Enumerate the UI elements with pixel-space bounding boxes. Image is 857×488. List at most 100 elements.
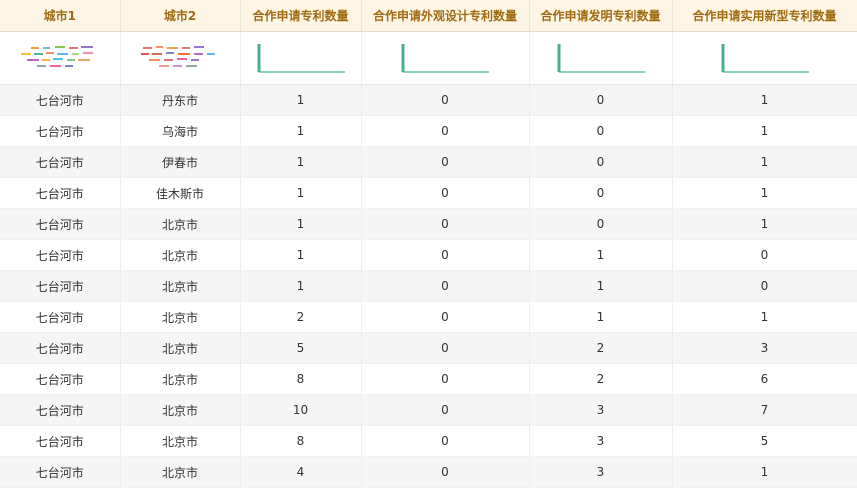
cell-invention-patents: 2 xyxy=(529,363,673,395)
column-header-city2[interactable]: 城市2 xyxy=(120,0,241,32)
cell-city2: 北京市 xyxy=(120,270,241,302)
cell-design-patents: 0 xyxy=(361,425,530,457)
cell-invention-patents: 2 xyxy=(529,332,673,364)
cell-utility-patents: 1 xyxy=(672,146,857,178)
summary-cell-total-patents xyxy=(240,31,362,85)
table-row[interactable]: 七台河市 北京市 4 0 3 1 xyxy=(0,456,857,488)
cell-city2: 丹东市 xyxy=(120,84,241,116)
cell-utility-patents: 1 xyxy=(672,301,857,333)
cell-city2: 佳木斯市 xyxy=(120,177,241,209)
cell-city1: 七台河市 xyxy=(0,177,121,209)
cell-total-patents: 1 xyxy=(240,270,362,302)
cell-invention-patents: 3 xyxy=(529,394,673,426)
cell-utility-patents: 0 xyxy=(672,270,857,302)
cell-city2: 乌海市 xyxy=(120,115,241,147)
cell-utility-patents: 1 xyxy=(672,115,857,147)
cell-utility-patents: 1 xyxy=(672,84,857,116)
cell-utility-patents: 5 xyxy=(672,425,857,457)
cell-total-patents: 10 xyxy=(240,394,362,426)
cell-invention-patents: 1 xyxy=(529,270,673,302)
cell-utility-patents: 1 xyxy=(672,456,857,488)
cell-utility-patents: 0 xyxy=(672,239,857,271)
cell-total-patents: 1 xyxy=(240,146,362,178)
column-header-total-patents[interactable]: 合作申请专利数量 xyxy=(240,0,362,32)
cell-city2: 北京市 xyxy=(120,425,241,457)
summary-cell-invention-patents xyxy=(529,31,673,85)
cell-city1: 七台河市 xyxy=(0,270,121,302)
cell-design-patents: 0 xyxy=(361,208,530,240)
sparkline-invention-patents xyxy=(557,44,645,73)
sparkline-design-patents xyxy=(401,44,489,73)
column-header-utility-patents[interactable]: 合作申请实用新型专利数量 xyxy=(672,0,857,32)
cell-city2: 北京市 xyxy=(120,363,241,395)
cell-city2: 北京市 xyxy=(120,394,241,426)
cell-city1: 七台河市 xyxy=(0,208,121,240)
cell-invention-patents: 1 xyxy=(529,239,673,271)
cell-city2: 北京市 xyxy=(120,239,241,271)
cell-invention-patents: 0 xyxy=(529,115,673,147)
summary-row xyxy=(0,31,857,85)
cell-city1: 七台河市 xyxy=(0,394,121,426)
cell-city1: 七台河市 xyxy=(0,301,121,333)
cell-city2: 伊春市 xyxy=(120,146,241,178)
column-header-invention-patents[interactable]: 合作申请发明专利数量 xyxy=(529,0,673,32)
cell-total-patents: 5 xyxy=(240,332,362,364)
table-row[interactable]: 七台河市 乌海市 1 0 0 1 xyxy=(0,115,857,147)
cell-invention-patents: 0 xyxy=(529,146,673,178)
cell-design-patents: 0 xyxy=(361,270,530,302)
table-row[interactable]: 七台河市 北京市 1 0 0 1 xyxy=(0,208,857,240)
cell-design-patents: 0 xyxy=(361,301,530,333)
cell-total-patents: 8 xyxy=(240,363,362,395)
table-row[interactable]: 七台河市 北京市 8 0 3 5 xyxy=(0,425,857,457)
column-header-design-patents[interactable]: 合作申请外观设计专利数量 xyxy=(361,0,530,32)
cell-design-patents: 0 xyxy=(361,363,530,395)
summary-cell-city1 xyxy=(0,31,121,85)
cell-invention-patents: 3 xyxy=(529,425,673,457)
word-cloud-thumbnail xyxy=(141,46,215,67)
table-row[interactable]: 七台河市 北京市 5 0 2 3 xyxy=(0,332,857,364)
table-row[interactable]: 七台河市 北京市 1 0 1 0 xyxy=(0,239,857,271)
cell-city2: 北京市 xyxy=(120,208,241,240)
cell-invention-patents: 3 xyxy=(529,456,673,488)
table-row[interactable]: 七台河市 北京市 2 0 1 1 xyxy=(0,301,857,333)
cell-city1: 七台河市 xyxy=(0,456,121,488)
cell-city1: 七台河市 xyxy=(0,84,121,116)
header-row: 城市1 城市2 合作申请专利数量 合作申请外观设计专利数量 合作申请发明专利数量… xyxy=(0,0,857,32)
cell-utility-patents: 1 xyxy=(672,177,857,209)
cell-design-patents: 0 xyxy=(361,177,530,209)
cell-design-patents: 0 xyxy=(361,332,530,364)
summary-cell-utility-patents xyxy=(672,31,857,85)
cell-design-patents: 0 xyxy=(361,146,530,178)
cell-city2: 北京市 xyxy=(120,456,241,488)
cell-utility-patents: 1 xyxy=(672,208,857,240)
cell-city1: 七台河市 xyxy=(0,115,121,147)
table-row[interactable]: 七台河市 北京市 10 0 3 7 xyxy=(0,394,857,426)
table-row[interactable]: 七台河市 北京市 8 0 2 6 xyxy=(0,363,857,395)
table-row[interactable]: 七台河市 丹东市 1 0 0 1 xyxy=(0,84,857,116)
data-table: 城市1 城市2 合作申请专利数量 合作申请外观设计专利数量 合作申请发明专利数量… xyxy=(0,0,857,488)
table-row[interactable]: 七台河市 伊春市 1 0 0 1 xyxy=(0,146,857,178)
column-header-city1[interactable]: 城市1 xyxy=(0,0,121,32)
cell-total-patents: 1 xyxy=(240,115,362,147)
cell-total-patents: 1 xyxy=(240,177,362,209)
cell-utility-patents: 6 xyxy=(672,363,857,395)
cell-invention-patents: 0 xyxy=(529,84,673,116)
cell-design-patents: 0 xyxy=(361,456,530,488)
cell-design-patents: 0 xyxy=(361,239,530,271)
cell-design-patents: 0 xyxy=(361,115,530,147)
table-body: 七台河市 丹东市 1 0 0 1 七台河市 乌海市 1 0 0 1 七台河市 伊春市 1 0 0 1 七台河市 佳木斯… xyxy=(0,84,857,488)
cell-city1: 七台河市 xyxy=(0,239,121,271)
cell-design-patents: 0 xyxy=(361,84,530,116)
word-cloud-thumbnail xyxy=(20,46,93,67)
cell-total-patents: 1 xyxy=(240,84,362,116)
cell-city1: 七台河市 xyxy=(0,146,121,178)
cell-utility-patents: 7 xyxy=(672,394,857,426)
cell-city2: 北京市 xyxy=(120,301,241,333)
cell-total-patents: 8 xyxy=(240,425,362,457)
cell-total-patents: 4 xyxy=(240,456,362,488)
table-row[interactable]: 七台河市 北京市 1 0 1 0 xyxy=(0,270,857,302)
table-row[interactable]: 七台河市 佳木斯市 1 0 0 1 xyxy=(0,177,857,209)
cell-utility-patents: 3 xyxy=(672,332,857,364)
cell-city2: 北京市 xyxy=(120,332,241,364)
cell-city1: 七台河市 xyxy=(0,363,121,395)
